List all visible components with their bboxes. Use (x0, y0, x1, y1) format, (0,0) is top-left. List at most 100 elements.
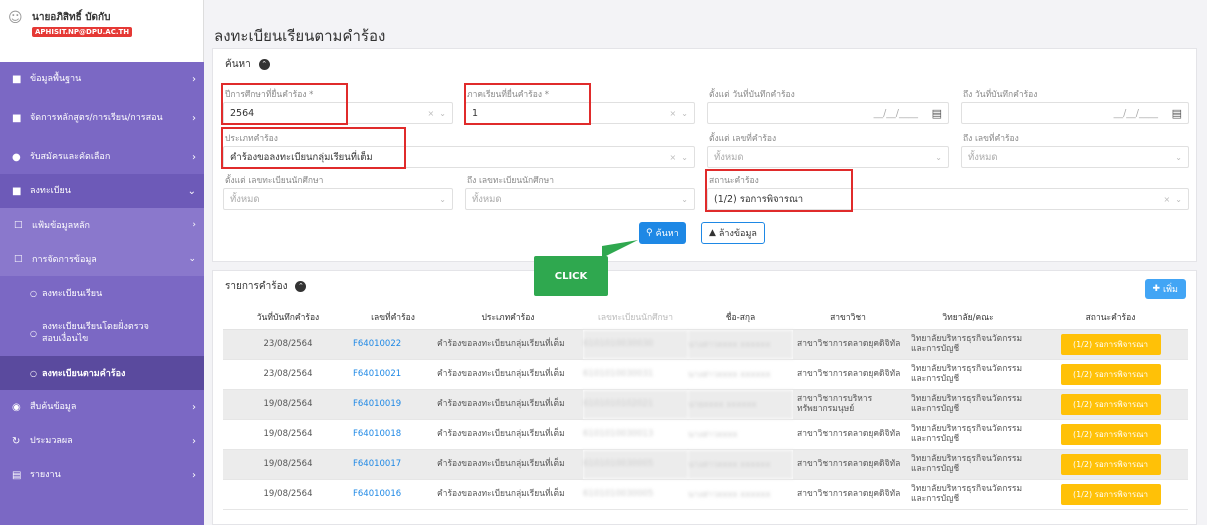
cell-student-id: 6101010030013 (583, 419, 688, 450)
col-name[interactable]: ชื่อ-สกุล (688, 305, 793, 330)
cell-student-id: 6101010030005 (583, 449, 688, 480)
table-row[interactable]: 19/08/2564 F64010016 คำร้องขอลงทะเบียนกลุ่… (223, 479, 1188, 510)
cell-student-id: 6101010030030 (583, 329, 688, 360)
cell-request-no[interactable]: F64010022 (353, 329, 433, 360)
col-faculty[interactable]: วิทยาลัย/คณะ (903, 305, 1033, 330)
table-row[interactable]: 19/08/2564 F64010018 คำร้องขอลงทะเบียนกลุ่… (223, 419, 1188, 450)
sidebar-item-data-management[interactable]: □ การจัดการข้อมูล ⌄ (0, 242, 204, 276)
collapse-icon[interactable]: ⌃ (258, 59, 270, 70)
search-button[interactable]: ⚲ ค้นหา (639, 222, 686, 244)
clear-button-label: ล้างข้อมูล (718, 229, 757, 239)
col-status[interactable]: สถานะคำร้อง (1033, 305, 1188, 330)
status-badge[interactable]: (1/2) รอการพิจารณา (1060, 483, 1161, 505)
circle-icon: ○ (30, 328, 37, 338)
cell-date: 19/08/2564 (223, 479, 353, 510)
request-no-from-select[interactable]: ทั้งหมด ⌄ (707, 146, 949, 168)
circle-icon: ○ (30, 288, 37, 298)
col-student-id[interactable]: เลขทะเบียนนักศึกษา (583, 305, 688, 330)
sidebar-item-register-course[interactable]: ○ ลงทะเบียนเรียน (0, 276, 204, 310)
sidebar-item-master-file[interactable]: □ แฟ้มข้อมูลหลัก › (0, 208, 204, 242)
circle-icon: ○ (30, 368, 37, 378)
cell-date: 19/08/2564 (223, 449, 353, 480)
table-row[interactable]: 19/08/2564 F64010017 คำร้องขอลงทะเบียนกลุ่… (223, 449, 1188, 480)
chevron-down-icon[interactable]: ⌄ (681, 195, 688, 204)
sidebar-item-label: ประมวลผล (30, 436, 73, 446)
search-button-label: ค้นหา (655, 229, 679, 239)
cell-request-no[interactable]: F64010019 (353, 389, 433, 420)
calendar-icon[interactable]: ▤ (932, 107, 942, 120)
table-row[interactable]: 19/08/2564 F64010019 คำร้องขอลงทะเบียนกลุ่… (223, 389, 1188, 420)
chevron-down-icon[interactable]: ⌄ (439, 195, 446, 204)
cell-major: สาขาวิชาการตลาดยุคดิจิทัล (793, 329, 903, 360)
status-badge[interactable]: (1/2) รอการพิจารณา (1060, 393, 1161, 415)
sidebar-item-process[interactable]: ↻ ประมวลผล › (0, 424, 204, 458)
cell-request-type: คำร้องขอลงทะเบียนกลุ่มเรียนที่เต็ม (433, 329, 583, 360)
sidebar-item-label: สืบค้นข้อมูล (30, 402, 77, 412)
cell-student-id: 6101010030005 (583, 479, 688, 510)
chevron-down-icon[interactable]: ⌄ (1175, 153, 1182, 162)
search-icon: ⚲ (646, 228, 653, 238)
cell-student-id: 6101010102021 (583, 389, 688, 420)
status-badge[interactable]: (1/2) รอการพิจารณา (1060, 363, 1161, 385)
col-major[interactable]: สาขาวิชา (793, 305, 903, 330)
status-badge[interactable]: (1/2) รอการพิจารณา (1060, 333, 1161, 355)
date-from-value: __/__/____ (873, 107, 918, 119)
cell-request-no[interactable]: F64010017 (353, 449, 433, 480)
user-box: ☺ นายอภิสิทธิ์ บัดกับ APHISIT.NP@DPU.AC.… (0, 0, 204, 62)
chevron-down-icon[interactable]: ⌄ (935, 153, 942, 162)
sidebar-item-basic-data[interactable]: ■ ข้อมูลพื้นฐาน › (0, 62, 204, 96)
refresh-icon: ↻ (12, 435, 21, 447)
calendar-icon[interactable]: ▤ (1172, 107, 1182, 120)
date-from-input[interactable]: __/__/____ ▤ (707, 102, 949, 124)
chevron-right-icon: › (192, 151, 196, 163)
highlight-status (705, 169, 853, 212)
folder-icon: □ (14, 254, 23, 264)
main-content: ลงทะเบียนเรียนตามคำร้อง ค้นหา ⌃ ปีการศึก… (204, 0, 1207, 525)
date-to-input[interactable]: __/__/____ ▤ (961, 102, 1189, 124)
cell-faculty: วิทยาลัยบริหารธุรกิจนวัตกรรมและการบัญชี (903, 329, 1033, 360)
placeholder: ทั้งหมด (968, 151, 998, 163)
request-no-to-select[interactable]: ทั้งหมด ⌄ (961, 146, 1189, 168)
search-panel-header[interactable]: ค้นหา ⌃ (225, 57, 270, 72)
sidebar-item-register-by-request[interactable]: ○ ลงทะเบียนตามคำร้อง (0, 356, 204, 390)
sidebar-item-search-data[interactable]: ◉ สืบค้นข้อมูล › (0, 390, 204, 424)
cell-major: สาขาวิชาการตลาดยุคดิจิทัล (793, 479, 903, 510)
status-badge[interactable]: (1/2) รอการพิจารณา (1060, 453, 1161, 475)
table-header-row: วันที่บันทึกคำร้อง เลขที่คำร้อง ประเภทคำ… (223, 305, 1188, 330)
cell-request-no[interactable]: F64010016 (353, 479, 433, 510)
clear-chevron-icon[interactable]: × ⌄ (670, 153, 689, 162)
date-to-value: __/__/____ (1113, 107, 1158, 119)
clear-chevron-icon[interactable]: × ⌄ (428, 109, 447, 118)
sidebar-item-label: ลงทะเบียนเรียน (42, 289, 103, 299)
cell-request-type: คำร้องขอลงทะเบียนกลุ่มเรียนที่เต็ม (433, 479, 583, 510)
report-icon: ▤ (12, 469, 22, 481)
table-row[interactable]: 23/08/2564 F64010022 คำร้องขอลงทะเบียนกลุ่… (223, 329, 1188, 360)
sidebar-item-curriculum[interactable]: ■ จัดการหลักสูตร/การเรียน/การสอน › (0, 96, 204, 140)
collapse-icon[interactable]: ⌃ (295, 281, 307, 292)
add-button[interactable]: ✚ เพิ่ม (1144, 279, 1186, 299)
student-id-from-select[interactable]: ทั้งหมด ⌄ (223, 188, 453, 210)
sidebar-item-admission[interactable]: ● รับสมัครและคัดเลือก › (0, 140, 204, 174)
chevron-down-icon: ⌄ (188, 254, 196, 264)
file-icon: □ (14, 220, 23, 230)
col-request-no[interactable]: เลขที่คำร้อง (353, 305, 433, 330)
cell-status: (1/2) รอการพิจารณา (1033, 389, 1188, 420)
clear-button[interactable]: ▲ ล้างข้อมูล (701, 222, 765, 244)
cell-request-no[interactable]: F64010018 (353, 419, 433, 450)
sidebar-item-registration[interactable]: ■ ลงทะเบียน ⌄ (0, 174, 204, 208)
sidebar-item-register-condition-check[interactable]: ○ ลงทะเบียนเรียนโดยฝั่งตรวจสอบเงื่อนไข (0, 310, 204, 356)
cell-request-type: คำร้องขอลงทะเบียนกลุ่มเรียนที่เต็ม (433, 389, 583, 420)
student-id-to-select[interactable]: ทั้งหมด ⌄ (465, 188, 695, 210)
table-row[interactable]: 23/08/2564 F64010021 คำร้องขอลงทะเบียนกลุ่… (223, 359, 1188, 390)
col-date[interactable]: วันที่บันทึกคำร้อง (223, 305, 353, 330)
col-request-type[interactable]: ประเภทคำร้อง (433, 305, 583, 330)
status-badge[interactable]: (1/2) รอการพิจารณา (1060, 423, 1161, 445)
cell-request-no[interactable]: F64010021 (353, 359, 433, 390)
sidebar-item-report[interactable]: ▤ รายงาน › (0, 458, 204, 492)
clear-chevron-icon[interactable]: × ⌄ (1164, 195, 1183, 204)
cell-name: นายxxxx xxxxxx (688, 389, 793, 420)
clear-chevron-icon[interactable]: × ⌄ (670, 109, 689, 118)
list-panel-header[interactable]: รายการคำร้อง ⌃ (225, 279, 307, 294)
chevron-right-icon: › (192, 469, 196, 481)
cell-name: นางสาวxxxx xxxxxx (688, 449, 793, 480)
